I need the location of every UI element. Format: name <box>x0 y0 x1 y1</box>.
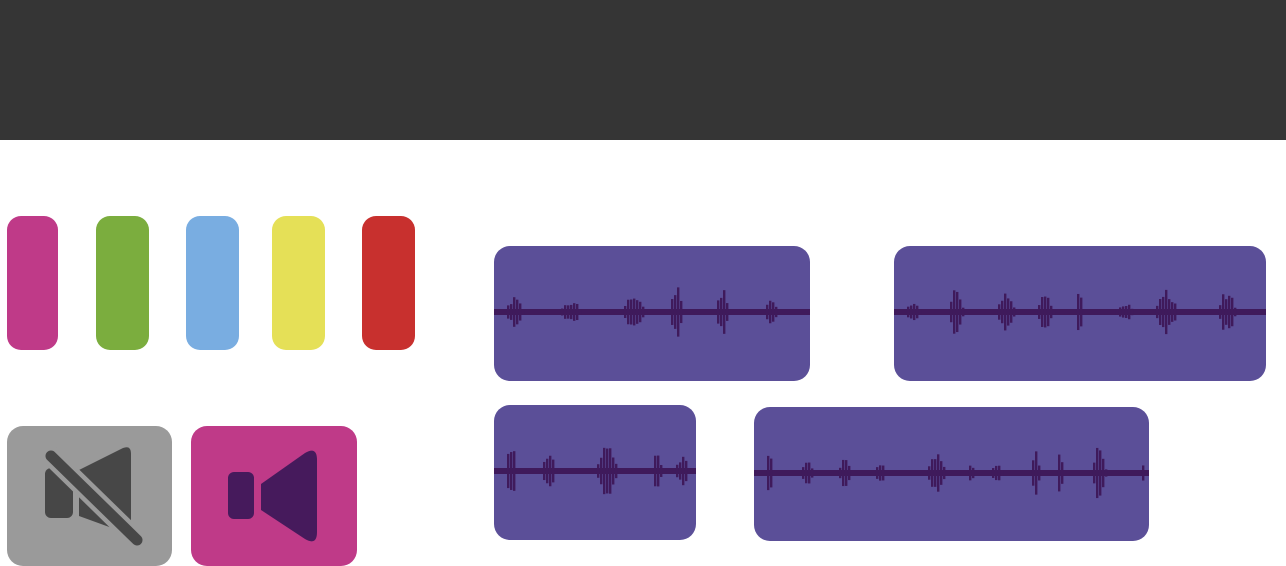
audio-clip-3[interactable] <box>494 405 696 540</box>
waveform <box>494 287 810 337</box>
color-swatch-magenta[interactable] <box>7 216 58 350</box>
audio-clip-2[interactable] <box>894 246 1266 381</box>
stage <box>0 0 1286 566</box>
color-swatch-yellow[interactable] <box>272 216 325 350</box>
header-bar <box>0 0 1286 140</box>
mute-button[interactable] <box>7 426 172 566</box>
unmute-button[interactable] <box>191 426 357 566</box>
audio-clip-1[interactable] <box>494 246 810 381</box>
color-swatch-blue[interactable] <box>186 216 239 350</box>
waveform <box>894 289 1266 335</box>
speaker-muted-icon <box>41 446 147 550</box>
color-swatch-green[interactable] <box>96 216 149 350</box>
color-swatch-red[interactable] <box>362 216 415 350</box>
audio-clip-4[interactable] <box>754 407 1149 541</box>
waveform <box>494 447 696 495</box>
waveform <box>754 447 1149 499</box>
speaker-icon <box>228 450 317 542</box>
